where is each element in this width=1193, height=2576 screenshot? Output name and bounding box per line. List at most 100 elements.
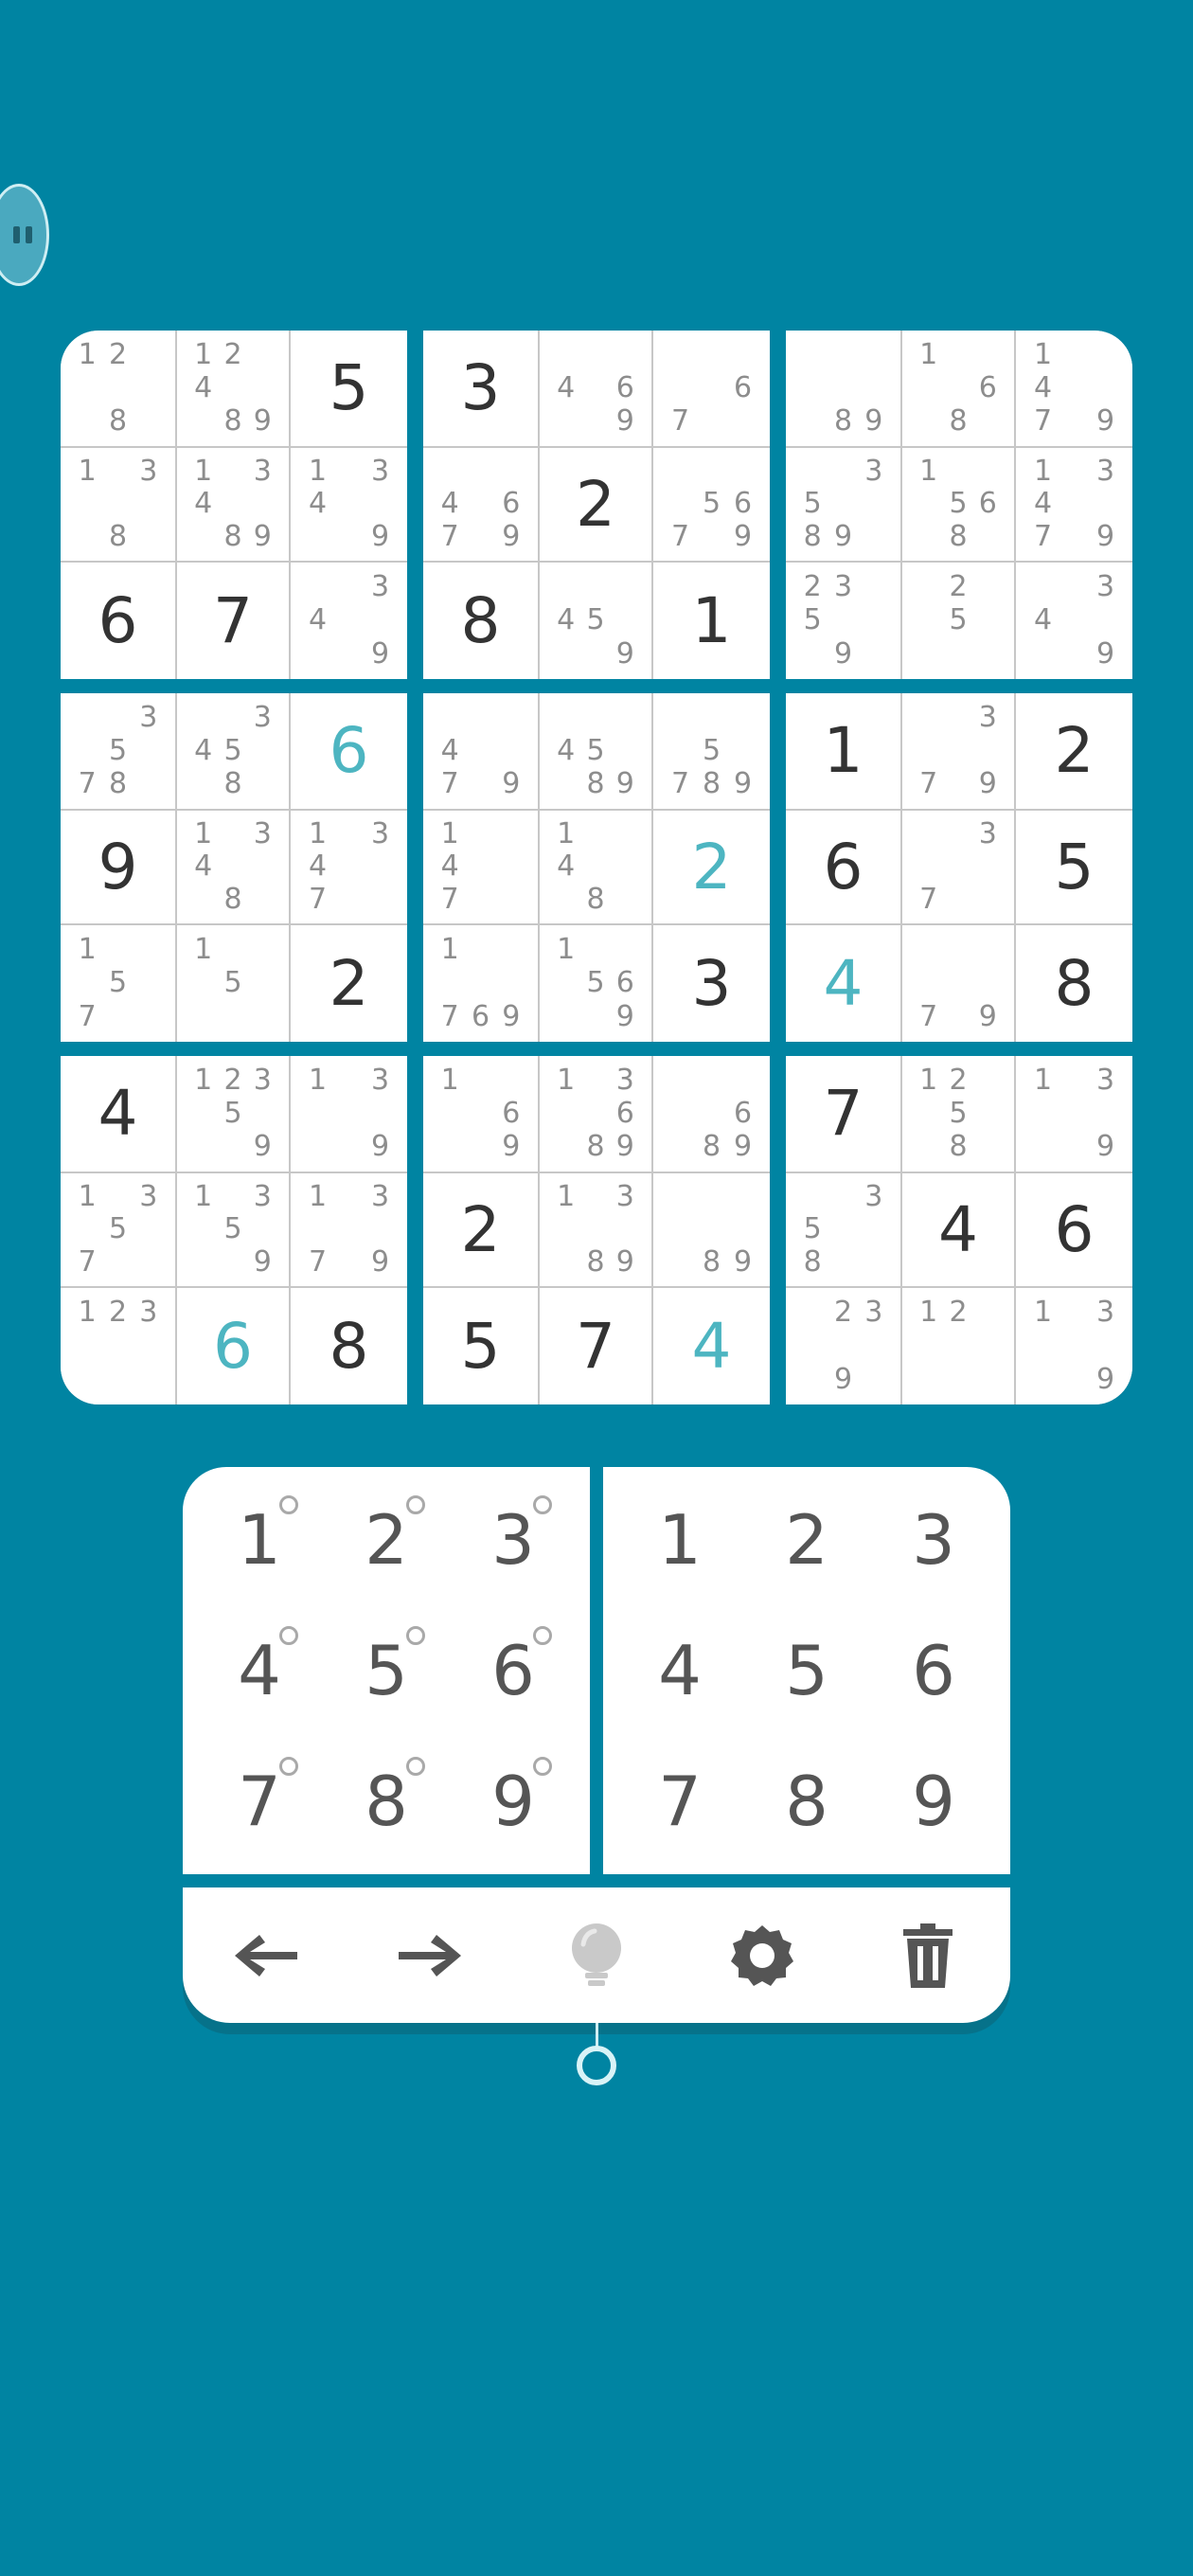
value-key-8[interactable]: 8 [743,1736,870,1867]
cell[interactable]: 47 9 [423,693,538,809]
cell[interactable]: 1 389 [540,1173,651,1286]
cell[interactable]: 2 [423,1173,538,1286]
cell[interactable]: 2 [291,925,407,1042]
cell[interactable]: 1 3 47 9 [1016,448,1132,561]
cell[interactable]: 147 9 [1016,331,1132,446]
value-key-4[interactable]: 4 [616,1605,743,1736]
cell[interactable]: 2 [1016,693,1132,809]
cell[interactable]: 1258 [902,1056,1014,1172]
value-key-2[interactable]: 2 [743,1475,870,1605]
cell[interactable]: 157 [61,925,175,1042]
cell[interactable]: 3578 [61,693,175,809]
cell[interactable]: 1769 [423,925,538,1042]
cell[interactable]: 67 [653,331,770,446]
cell[interactable]: 1 68 [902,331,1014,446]
cell[interactable]: 3 4 9 [291,563,407,679]
settings-button[interactable] [720,1913,805,1998]
cell[interactable]: 5 [1016,811,1132,923]
cell[interactable]: 8 [423,563,538,679]
undo-button[interactable] [223,1913,308,1998]
cell[interactable]: 1 3 47 [291,811,407,923]
cell[interactable]: 3 589 [786,448,900,561]
cell[interactable]: 6 [1016,1173,1132,1286]
cell[interactable]: 4 [653,1288,770,1404]
cell[interactable]: 56 7 9 [653,448,770,561]
cell[interactable]: 12489 [177,331,289,446]
cell[interactable]: 4 6 7 9 [423,448,538,561]
cell[interactable]: 4 [61,1056,175,1172]
cell[interactable]: 1 3 4 9 [291,448,407,561]
cell[interactable]: 3 [423,331,538,446]
note-key-4[interactable]: 4 [196,1605,323,1736]
cell[interactable]: 1 69 [423,1056,538,1172]
cell[interactable]: 89 [653,1173,770,1286]
value-key-6[interactable]: 6 [870,1605,997,1736]
cell[interactable]: 689 [653,1056,770,1172]
delete-button[interactable] [885,1913,970,1998]
note-key-9[interactable]: 9 [450,1736,577,1867]
cell[interactable]: 3 458 [177,693,289,809]
cell[interactable]: 5 [291,331,407,446]
cell[interactable]: 1 3 9 [291,1056,407,1172]
cell[interactable]: 6 [177,1288,289,1404]
cell[interactable]: 8 [1016,925,1132,1042]
note-key-8[interactable]: 8 [323,1736,450,1867]
cell[interactable]: 148 [540,811,651,923]
cell[interactable]: 25 [902,563,1014,679]
cell[interactable]: 4589 [540,693,651,809]
cell[interactable]: 1 3 7 9 [291,1173,407,1286]
cell[interactable]: 7 [540,1288,651,1404]
cell[interactable]: 2 [653,811,770,923]
cell[interactable]: 6 [291,693,407,809]
cell[interactable]: 1 359 [177,1173,289,1286]
cell[interactable]: 1 3 9 [1016,1056,1132,1172]
cell[interactable]: 123 [61,1288,175,1404]
cell[interactable]: 1 38 [61,448,175,561]
cell[interactable]: 6 [61,563,175,679]
cell[interactable]: 1568 [902,448,1014,561]
cell[interactable]: 1 3 489 [177,448,289,561]
cell[interactable]: 4 69 [540,331,651,446]
value-key-3[interactable]: 3 [870,1475,997,1605]
cell[interactable]: 9 [61,811,175,923]
cell[interactable]: 1 3689 [540,1056,651,1172]
cell[interactable]: 79 [902,925,1014,1042]
pause-button[interactable] [0,184,49,286]
hint-button[interactable] [554,1913,639,1998]
cell[interactable]: 1 3 48 [177,811,289,923]
cell[interactable]: 7 [177,563,289,679]
cell[interactable]: 5789 [653,693,770,809]
note-key-7[interactable]: 7 [196,1736,323,1867]
cell[interactable]: 1 3 9 [1016,1288,1132,1404]
cell[interactable]: 12359 [177,1056,289,1172]
cell[interactable]: 89 [786,331,900,446]
cell[interactable]: 12 8 [61,331,175,446]
note-key-2[interactable]: 2 [323,1475,450,1605]
cell[interactable]: 1569 [540,925,651,1042]
cell[interactable]: 459 [540,563,651,679]
cell[interactable]: 3 58 [786,1173,900,1286]
redo-button[interactable] [388,1913,473,1998]
value-key-9[interactable]: 9 [870,1736,997,1867]
cell[interactable]: 2 [540,448,651,561]
cell[interactable]: 1 [653,563,770,679]
cell[interactable]: 37 [902,811,1014,923]
note-key-1[interactable]: 1 [196,1475,323,1605]
cell[interactable]: 7 [786,1056,900,1172]
cell[interactable]: 3 7 9 [902,693,1014,809]
cell[interactable]: 1 [786,693,900,809]
cell[interactable]: 147 [423,811,538,923]
cell[interactable]: 15 [177,925,289,1042]
cell[interactable]: 12 [902,1288,1014,1404]
note-key-6[interactable]: 6 [450,1605,577,1736]
cell[interactable]: 8 [291,1288,407,1404]
value-key-7[interactable]: 7 [616,1736,743,1867]
value-key-5[interactable]: 5 [743,1605,870,1736]
cell[interactable]: 4 [902,1173,1014,1286]
cell[interactable]: 3 [653,925,770,1042]
cell[interactable]: 1 357 [61,1173,175,1286]
cell[interactable]: 4 [786,925,900,1042]
cell[interactable]: 239 [786,1288,900,1404]
note-key-3[interactable]: 3 [450,1475,577,1605]
cell[interactable]: 2359 [786,563,900,679]
